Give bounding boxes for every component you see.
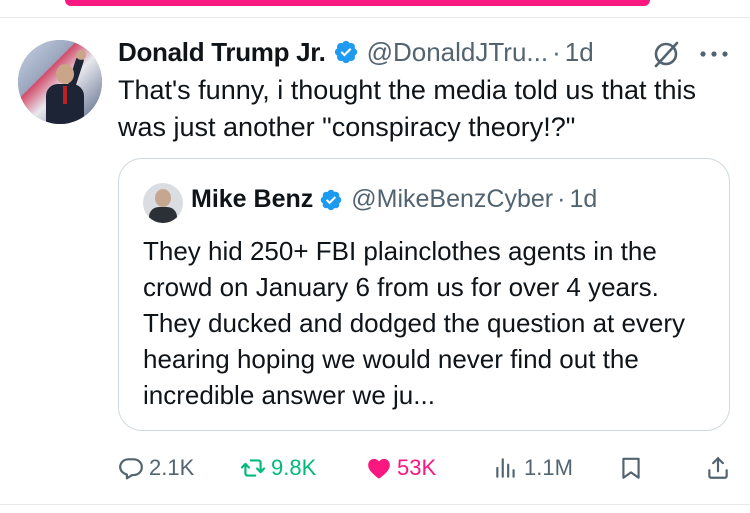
avatar[interactable] [18,40,102,124]
like-count: 53K [397,455,437,480]
more-icon[interactable] [697,44,731,64]
share-icon [708,457,728,479]
separator-dot: · [552,36,561,67]
tweet-header: Donald Trump Jr. @DonaldJTru... · 1d [118,34,594,70]
divider [0,17,750,18]
retweet-count: 9.8K [271,455,317,480]
views-button[interactable]: 1.1M [493,450,573,486]
quote-text: They hid 250+ FBI plainclothes agents in… [143,236,686,410]
reply-button[interactable]: 2.1K [118,450,194,486]
views-count: 1.1M [524,455,573,480]
quote-author-name[interactable]: Mike Benz [191,185,313,214]
grok-icon[interactable] [650,38,682,70]
quote-avatar[interactable] [143,183,183,223]
quote-timestamp[interactable]: 1d [569,185,597,214]
bookmark-button[interactable] [618,450,649,486]
share-button[interactable] [705,450,736,486]
action-bar: 2.1K 9.8K 53K 1.1M [118,450,738,486]
retweet-icon [240,459,266,477]
like-button[interactable]: 53K [366,450,436,486]
like-icon [368,458,390,479]
quote-header: Mike Benz @MikeBenzCyber · 1d [191,185,597,214]
quote-author-handle[interactable]: @MikeBenzCyber [351,185,553,214]
quote-tweet[interactable]: Mike Benz @MikeBenzCyber · 1d They hid 2… [118,158,730,431]
views-icon [496,458,515,478]
divider [0,504,750,505]
top-accent-bar [65,0,650,6]
separator-dot: · [557,185,566,213]
reply-count: 2.1K [149,455,195,480]
verified-badge-icon [319,188,343,212]
bookmark-icon [622,457,640,479]
tweet-text: That's funny, i thought the media told u… [118,75,696,142]
author-name[interactable]: Donald Trump Jr. [118,37,326,68]
retweet-button[interactable]: 9.8K [240,450,316,486]
author-handle[interactable]: @DonaldJTru... [367,37,549,68]
verified-badge-icon [333,39,359,65]
reply-icon [119,458,143,480]
timestamp[interactable]: 1d [565,37,594,68]
